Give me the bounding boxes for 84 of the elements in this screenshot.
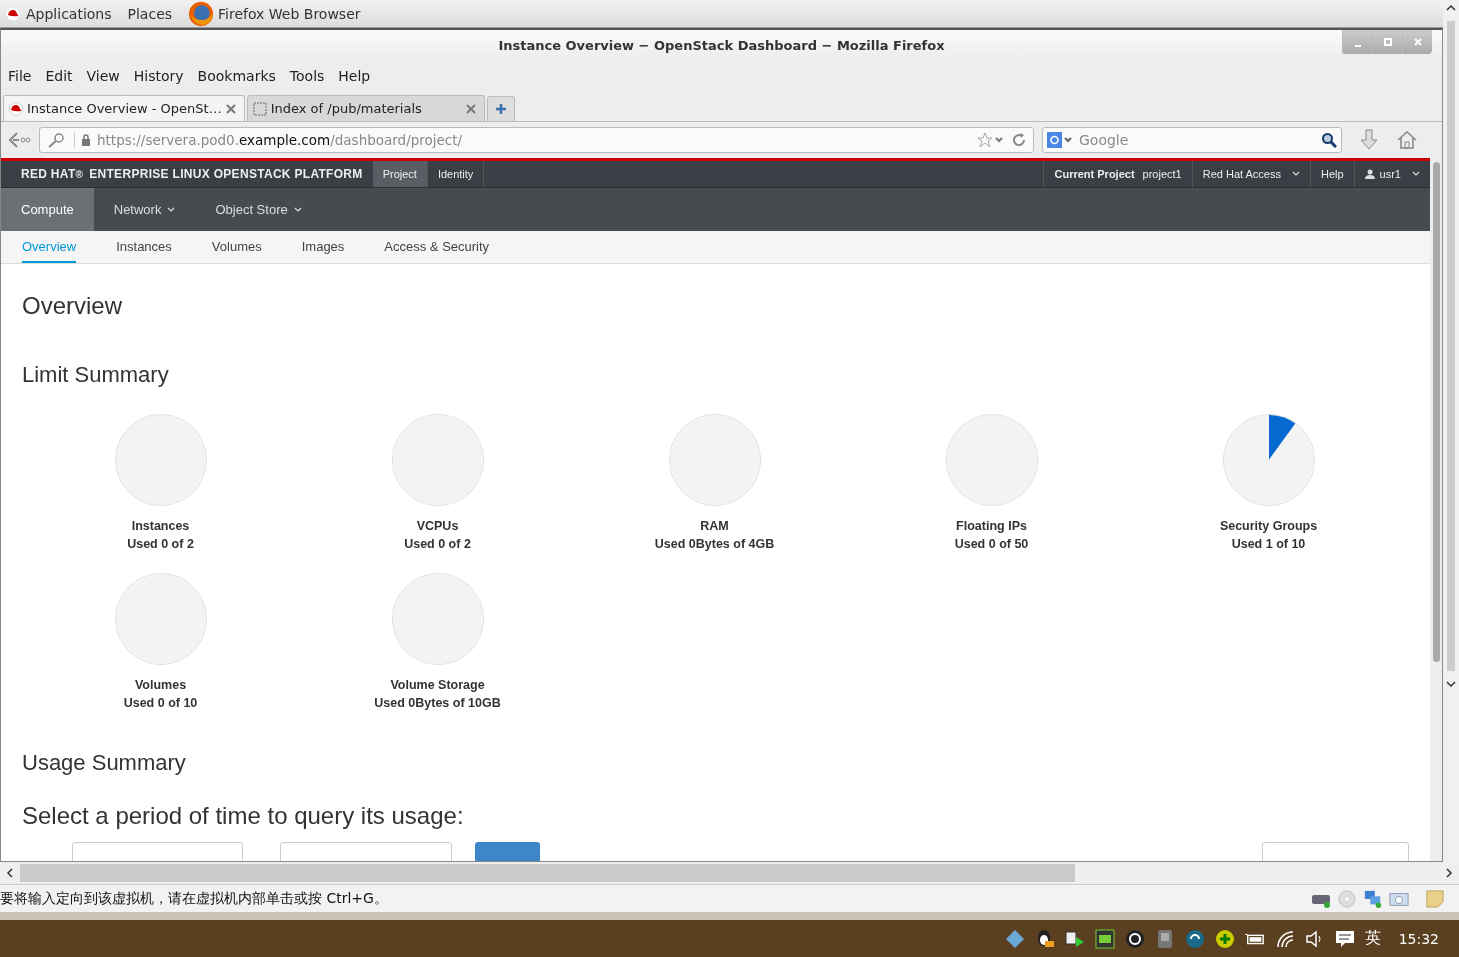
input-method-indicator[interactable]: 英 [1364, 928, 1381, 949]
app-icon[interactable] [1184, 928, 1205, 949]
app-icon[interactable] [1124, 928, 1145, 949]
menu-item[interactable]: Help [338, 68, 371, 84]
address-field[interactable]: https://servera.pod0.example.com/dashboard/project/ [39, 127, 1034, 153]
scrollbar[interactable] [1430, 158, 1442, 861]
sub-tab[interactable]: Access & Security [384, 231, 490, 263]
close-icon[interactable] [465, 103, 476, 114]
url-text: https://servera.pod0.example.com/dashboard/project/ [97, 132, 464, 148]
quota-reading: Used 0 of 10 [123, 696, 198, 710]
menu-item[interactable]: Edit [45, 68, 73, 84]
panel-tab[interactable]: Compute [1, 188, 94, 231]
page-icon [252, 101, 267, 116]
top-tab[interactable]: Project [372, 161, 428, 187]
quota-reading: Used 0Bytes of 4GB [654, 537, 775, 551]
browser-tab[interactable]: Index of /pub/materials [246, 95, 485, 121]
sub-tab[interactable]: Instances [116, 231, 172, 263]
close-icon [1412, 37, 1423, 47]
user-icon [1364, 169, 1375, 179]
top-menu-item[interactable]: Help [1309, 161, 1354, 187]
minimize-icon [1354, 45, 1361, 47]
close-icon[interactable] [225, 103, 236, 114]
globe-icon [188, 0, 215, 27]
desktop-menu[interactable]: Applications [6, 5, 112, 22]
app-icon[interactable] [1094, 928, 1115, 949]
star-icon[interactable] [977, 132, 1005, 148]
quota-name: VCPUs [416, 519, 459, 533]
product-name: ENTERPRISE LINUX OPENSTACK PLATFORM [89, 166, 364, 183]
key-icon [46, 132, 75, 148]
menu-item[interactable]: History [133, 68, 184, 84]
desktop-menu[interactable]: Places [127, 5, 173, 22]
search-icon[interactable] [1321, 132, 1337, 148]
quota-name: RAM [700, 519, 729, 533]
quota-reading: Used 0 of 2 [404, 537, 471, 551]
menu-item[interactable]: Tools [289, 68, 325, 84]
search-engine-icon[interactable] [1047, 132, 1073, 148]
scrollbar[interactable] [1443, 0, 1459, 862]
maximize-icon [1382, 37, 1393, 47]
menu-item[interactable]: Bookmarks [197, 68, 276, 84]
section-heading: Usage Summary [22, 750, 187, 777]
back-icon[interactable] [7, 130, 31, 150]
sub-tab[interactable]: Images [301, 231, 345, 263]
hat-icon [9, 101, 23, 116]
panel-tab[interactable]: Object Store [195, 188, 322, 231]
message-icon[interactable] [1334, 928, 1355, 949]
new-tab-button[interactable] [486, 96, 515, 121]
wifi-icon[interactable] [1274, 928, 1295, 949]
section-heading: Select a period of time to query its usage: [22, 802, 465, 831]
panel-tab[interactable]: Network [93, 188, 196, 231]
section-heading: Limit Summary [22, 362, 170, 389]
quota-reading: Used 0Bytes of 10GB [374, 696, 501, 710]
quota-name: Security Groups [1219, 519, 1318, 533]
caret-icon [1291, 171, 1300, 177]
window-title: Instance Overview − OpenStack Dashboard − Mozilla Firefox [498, 38, 945, 53]
search-input[interactable]: Google [1077, 131, 1317, 149]
quota-reading: Used 0 of 50 [954, 537, 1029, 551]
hat-icon [6, 6, 20, 21]
quota-name: Volume Storage [390, 678, 485, 692]
plus-icon[interactable] [1214, 928, 1235, 949]
download-icon[interactable] [1358, 129, 1380, 151]
lock-icon [81, 134, 91, 146]
home-icon[interactable] [1396, 129, 1418, 151]
menu-item[interactable]: View [86, 68, 120, 84]
app-menu[interactable]: Firefox Web Browser [188, 0, 361, 27]
top-menu-item[interactable]: Red Hat Access [1191, 161, 1310, 187]
caret-icon [1412, 171, 1420, 177]
browser-tab[interactable]: Instance Overview - OpenSt… [3, 95, 245, 121]
clock[interactable]: 15:32 [1398, 930, 1439, 947]
status-message: 要将输入定向到该虚拟机，请在虚拟机内部单击或按 Ctrl+G。 [0, 889, 388, 908]
current-project-menu[interactable]: Current Project project1 [1043, 161, 1192, 187]
quota-name: Floating IPs [956, 519, 1027, 533]
quota-name: Instances [131, 519, 190, 533]
page-title: Overview [22, 292, 124, 321]
quota-reading: Used 0 of 2 [127, 537, 194, 551]
plus-icon [494, 103, 507, 115]
network-icon[interactable] [1363, 889, 1383, 908]
top-tab[interactable]: Identity [427, 161, 485, 187]
app-icon[interactable] [1064, 928, 1085, 949]
menu-item[interactable]: File [8, 68, 32, 84]
quota-reading: Used 1 of 10 [1231, 537, 1306, 551]
search-field[interactable]: Google [1042, 127, 1342, 153]
reload-icon[interactable] [1011, 132, 1027, 148]
quota-name: Volumes [134, 678, 187, 692]
sub-tab[interactable]: Volumes [211, 231, 262, 263]
